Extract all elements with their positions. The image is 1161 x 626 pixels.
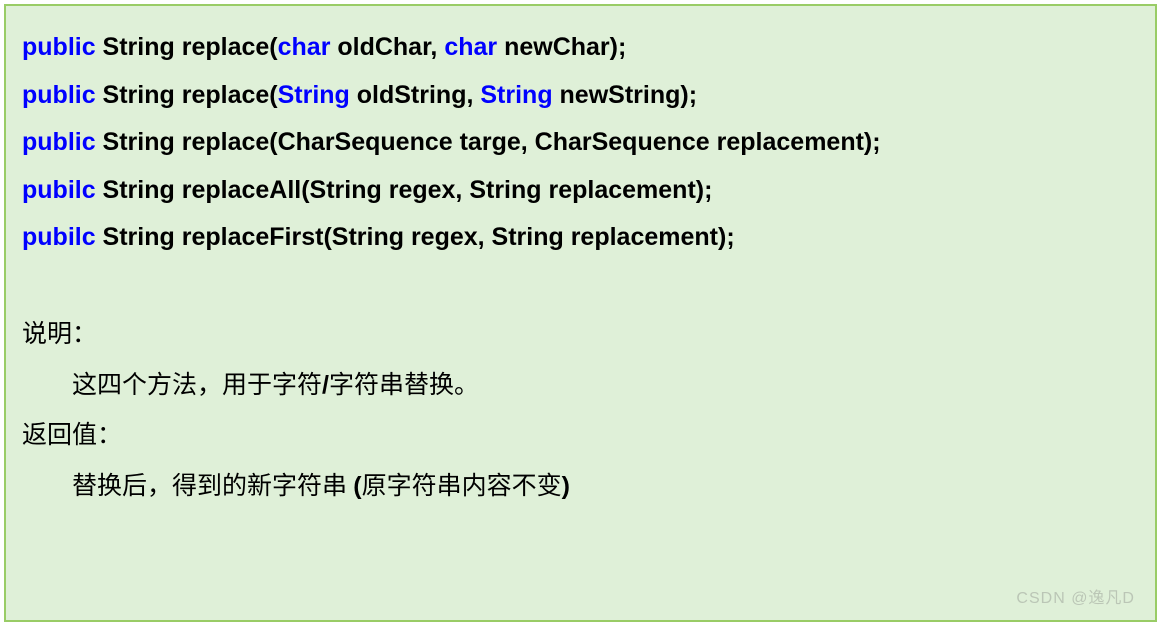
sig-text: newChar); xyxy=(497,33,626,61)
keyword-string: String xyxy=(278,81,350,109)
desc-text: 字符串替换。 xyxy=(329,372,479,399)
method-signature-2: public String replace(String oldString, … xyxy=(22,72,1139,120)
keyword-public: public xyxy=(22,81,96,109)
keyword-string: String xyxy=(480,81,552,109)
method-signature-1: public String replace(char oldChar, char… xyxy=(22,24,1139,72)
keyword-public: public xyxy=(22,33,96,61)
description-body: 这四个方法，用于字符/字符串替换。 xyxy=(22,360,1139,411)
sig-text: String replace( xyxy=(96,33,278,61)
method-signature-4: pubilc String replaceAll(String regex, S… xyxy=(22,167,1139,215)
method-signature-5: pubilc String replaceFirst(String regex,… xyxy=(22,214,1139,262)
code-documentation-block: public String replace(char oldChar, char… xyxy=(4,4,1157,622)
keyword-char: char xyxy=(444,33,497,61)
sig-text: String replace( xyxy=(96,81,278,109)
keyword-public: public xyxy=(22,128,96,156)
spacer xyxy=(22,262,1139,310)
keyword-public: pubilc xyxy=(22,176,96,204)
return-body: 替换后，得到的新字符串 (原字符串内容不变) xyxy=(22,461,1139,512)
sig-text: String replaceFirst(String regex, String… xyxy=(96,223,735,251)
watermark-text: CSDN @逸凡D xyxy=(1016,584,1135,608)
description-label: 说明： xyxy=(22,310,1139,360)
keyword-char: char xyxy=(278,33,331,61)
desc-text: 这四个方法，用于字符 xyxy=(72,372,322,399)
paren-close: ) xyxy=(562,472,570,500)
slash: / xyxy=(322,371,329,399)
keyword-public: pubilc xyxy=(22,223,96,251)
sig-text: oldChar, xyxy=(330,33,444,61)
return-text: 替换后，得到的新字符串 xyxy=(72,473,353,500)
sig-text: String replaceAll(String regex, String r… xyxy=(96,176,713,204)
paren-open: ( xyxy=(353,472,361,500)
sig-text: String replace(CharSequence targe, CharS… xyxy=(96,128,881,156)
sig-text: oldString, xyxy=(350,81,481,109)
sig-text: newString); xyxy=(553,81,697,109)
return-label: 返回值： xyxy=(22,411,1139,461)
return-text: 原字符串内容不变 xyxy=(362,473,562,500)
method-signature-3: public String replace(CharSequence targe… xyxy=(22,119,1139,167)
